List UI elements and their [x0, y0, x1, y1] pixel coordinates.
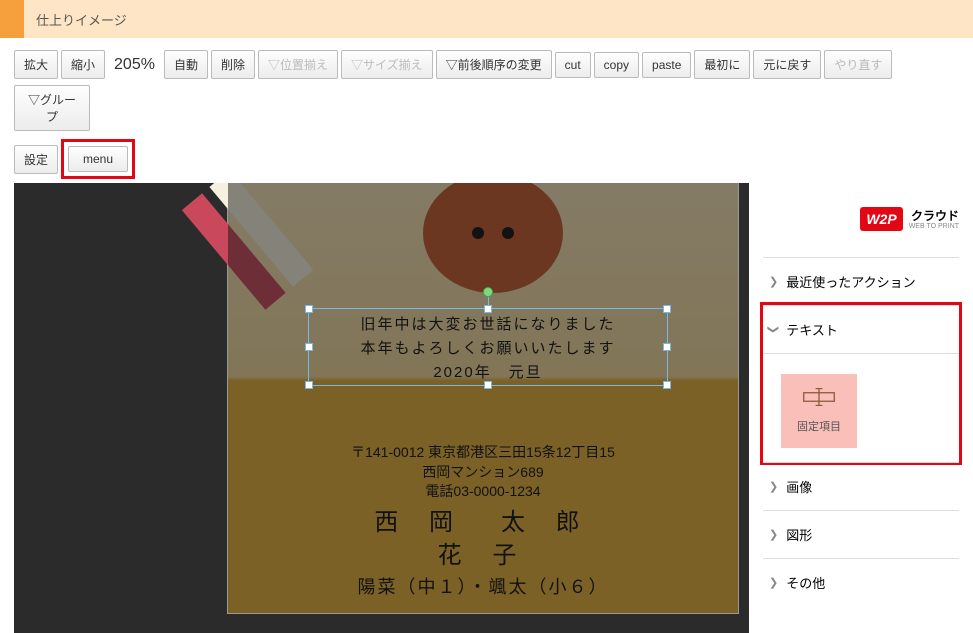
- page-title: 仕上りイメージ: [36, 10, 127, 29]
- greeting-text-box[interactable]: 旧年中は大変お世話になりました 本年もよろしくお願いいたします 2020年 元旦: [308, 308, 668, 386]
- chevron-down-icon: ❯: [767, 325, 780, 334]
- align-position-button[interactable]: ▽位置揃え: [258, 50, 338, 79]
- greeting-line2: 本年もよろしくお願いいたします: [309, 337, 667, 361]
- title-bar: 仕上りイメージ: [0, 0, 973, 38]
- brand-sub: WEB TO PRINT: [909, 223, 959, 230]
- group-button[interactable]: ▽グループ: [14, 85, 90, 131]
- textbox-icon: [802, 388, 836, 406]
- resize-handle-s[interactable]: [484, 381, 492, 389]
- accordion-text-label: テキスト: [786, 320, 838, 339]
- address-line1: 〒141-0012 東京都港区三田15条12丁目15: [228, 443, 738, 463]
- chevron-right-icon: ❯: [769, 480, 778, 493]
- accordion-recent[interactable]: ❯ 最近使ったアクション: [763, 257, 959, 305]
- delete-button[interactable]: 削除: [211, 50, 255, 79]
- menu-highlight: menu: [61, 139, 135, 179]
- resize-handle-w[interactable]: [305, 343, 313, 351]
- resize-handle-ne[interactable]: [663, 305, 671, 313]
- fixed-item-label: 固定項目: [797, 418, 841, 434]
- toolbar: 拡大 縮小 205% 自動 削除 ▽位置揃え ▽サイズ揃え ▽前後順序の変更 c…: [0, 50, 973, 135]
- accordion-text[interactable]: ❯ テキスト: [763, 305, 959, 353]
- name-main: 西 岡 太 郎: [228, 506, 738, 540]
- first-button[interactable]: 最初に: [694, 50, 750, 79]
- name-sub: 花 子: [228, 539, 738, 573]
- brand-cloud: クラウド: [911, 209, 959, 223]
- zoom-in-button[interactable]: 拡大: [14, 50, 58, 79]
- address-line2: 西岡マンション689: [228, 463, 738, 483]
- order-button[interactable]: ▽前後順序の変更: [436, 50, 552, 79]
- workspace: 旧年中は大変お世話になりました 本年もよろしくお願いいたします 2020年 元旦…: [0, 183, 973, 633]
- canvas-viewport: 旧年中は大変お世話になりました 本年もよろしくお願いいたします 2020年 元旦…: [214, 183, 749, 633]
- zoom-out-button[interactable]: 縮小: [61, 50, 105, 79]
- resize-handle-nw[interactable]: [305, 305, 313, 313]
- accordion-shape[interactable]: ❯ 図形: [763, 510, 959, 558]
- accordion-recent-label: 最近使ったアクション: [786, 272, 915, 291]
- w2p-badge: W2P: [860, 207, 902, 231]
- chevron-right-icon: ❯: [769, 275, 778, 288]
- second-toolbar: 設定 menu: [0, 135, 973, 183]
- chevron-right-icon: ❯: [769, 576, 778, 589]
- align-size-button[interactable]: ▽サイズ揃え: [341, 50, 433, 79]
- cut-button[interactable]: cut: [555, 52, 591, 78]
- zoom-value: 205%: [108, 53, 161, 77]
- canvas-area[interactable]: 旧年中は大変お世話になりました 本年もよろしくお願いいたします 2020年 元旦…: [14, 183, 749, 633]
- sidebar: W2P クラウド WEB TO PRINT ❯ 最近使ったアクション ❯ テキス…: [749, 183, 973, 633]
- fixed-item-tile[interactable]: 固定項目: [781, 374, 857, 448]
- accordion-image[interactable]: ❯ 画像: [763, 462, 959, 510]
- settings-button[interactable]: 設定: [14, 145, 58, 174]
- resize-handle-e[interactable]: [663, 343, 671, 351]
- resize-handle-n[interactable]: [484, 305, 492, 313]
- accordion-other-label: その他: [786, 573, 825, 592]
- auto-button[interactable]: 自動: [164, 50, 208, 79]
- copy-button[interactable]: copy: [594, 52, 639, 78]
- rotate-handle[interactable]: [483, 287, 493, 297]
- chevron-right-icon: ❯: [769, 528, 778, 541]
- address-block[interactable]: 〒141-0012 東京都港区三田15条12丁目15 西岡マンション689 電話…: [228, 443, 738, 600]
- undo-button[interactable]: 元に戻す: [753, 50, 821, 79]
- brand-logo: W2P クラウド WEB TO PRINT: [763, 207, 959, 231]
- greeting-line1: 旧年中は大変お世話になりました: [309, 313, 667, 337]
- postcard[interactable]: 旧年中は大変お世話になりました 本年もよろしくお願いいたします 2020年 元旦…: [228, 183, 738, 613]
- menu-button[interactable]: menu: [68, 146, 128, 172]
- text-panel-highlight: ❯ テキスト 固定項目: [760, 302, 962, 465]
- resize-handle-se[interactable]: [663, 381, 671, 389]
- accordion-image-label: 画像: [786, 477, 812, 496]
- title-accent: [0, 0, 24, 38]
- redo-button[interactable]: やり直す: [824, 50, 892, 79]
- brand-text: クラウド WEB TO PRINT: [909, 208, 959, 230]
- family-line: 陽菜（中１）・颯太（小６）: [228, 575, 738, 600]
- accordion-shape-label: 図形: [786, 525, 812, 544]
- paste-button[interactable]: paste: [642, 52, 691, 78]
- text-panel-body: 固定項目: [763, 353, 959, 462]
- address-line3: 電話03-0000-1234: [228, 482, 738, 502]
- accordion-other[interactable]: ❯ その他: [763, 558, 959, 606]
- resize-handle-sw[interactable]: [305, 381, 313, 389]
